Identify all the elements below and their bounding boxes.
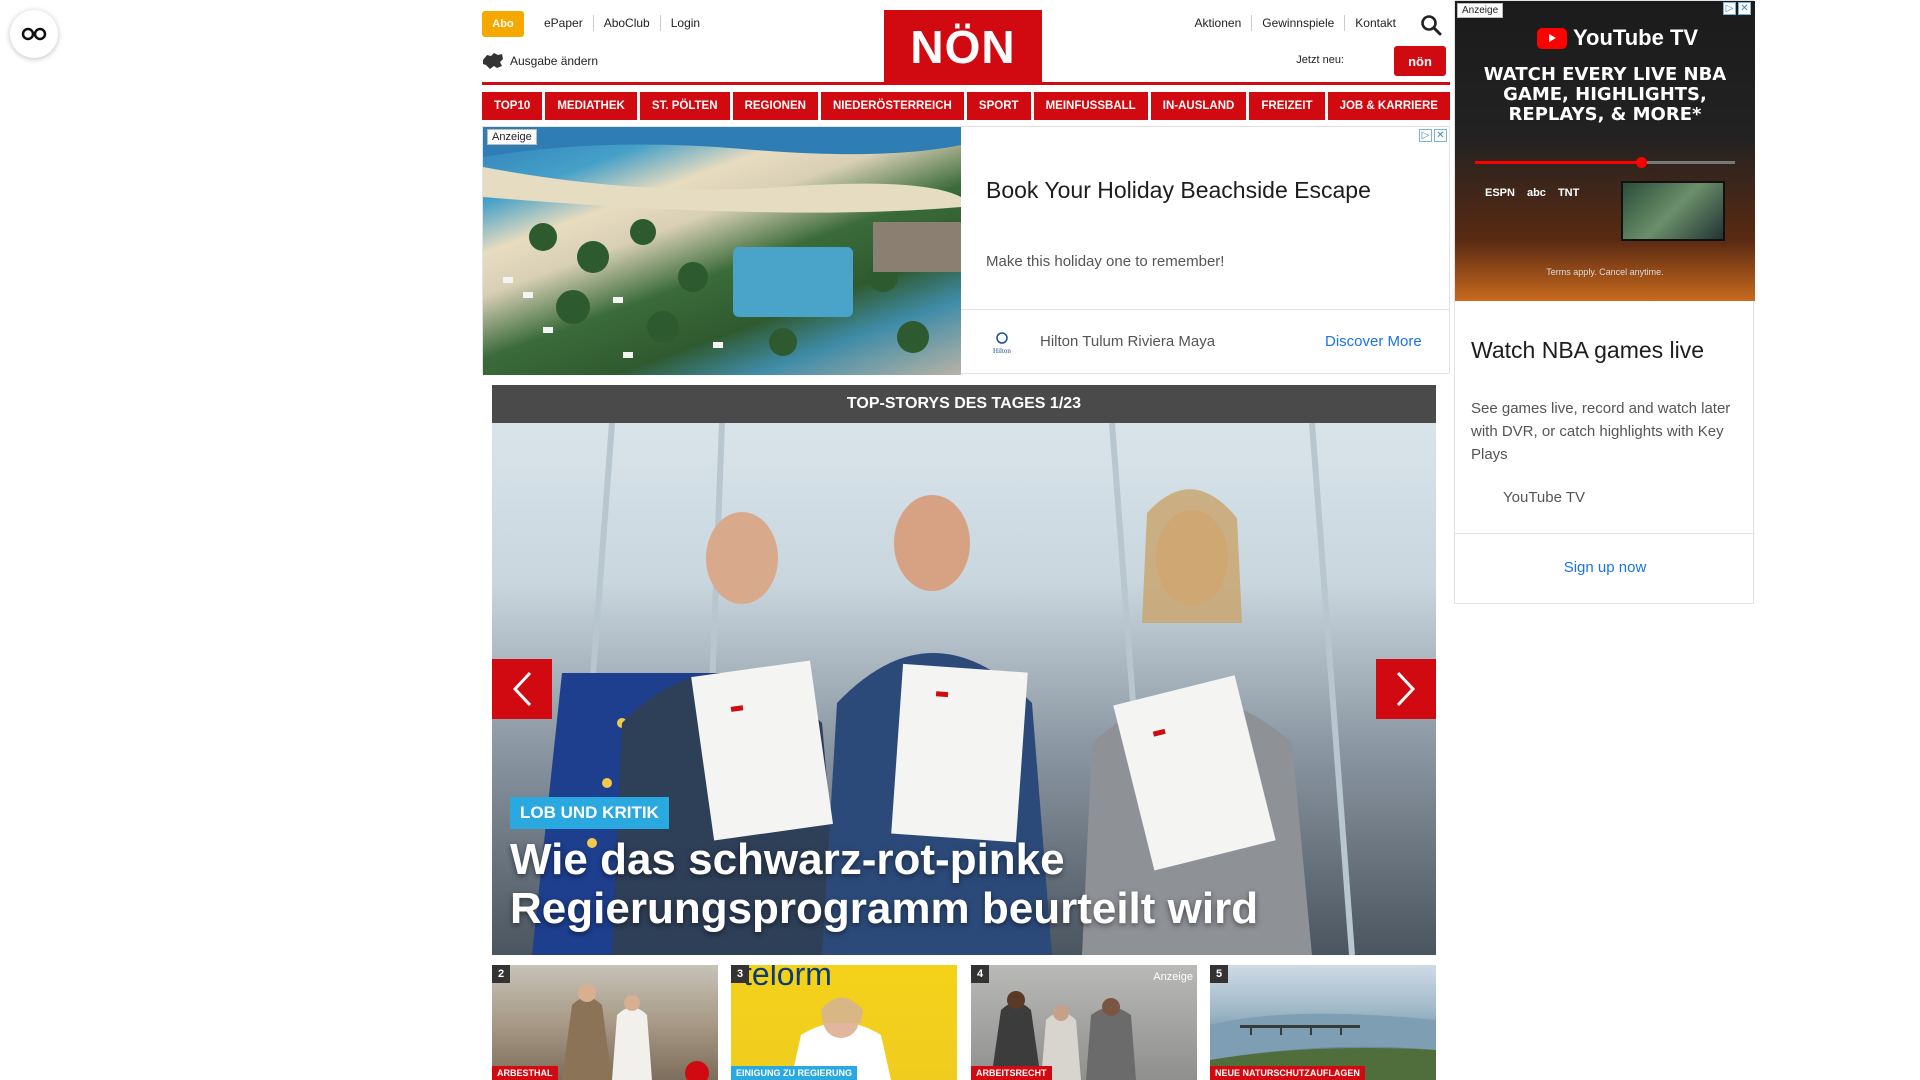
edition-switcher[interactable]: Ausgabe ändern [482,52,598,70]
youtube-tv-logo: YouTube TV [1537,25,1698,51]
ad-cta-link[interactable]: Discover More [1325,333,1422,350]
top-story-slide[interactable]: LOB UND KRITIK Wie das schwarz-rot-pinke… [492,423,1436,955]
hilton-logo-icon: Hilton [988,329,1016,357]
glasses-icon [21,27,47,41]
nav-item-meinfussball[interactable]: MEINFUSSBALL [1033,92,1148,120]
thumbnail-number: 3 [731,965,749,983]
search-icon[interactable] [1420,14,1442,36]
ad-divider [1455,533,1755,534]
top-stories-header: TOP-STORYS DES TAGES 1/23 [492,385,1436,423]
story-thumbnail[interactable]: 4 Anzeige ARBEITSRECHT [971,965,1197,1080]
adchoices-icon[interactable]: ▷ [1723,2,1736,15]
ad-choices[interactable]: ▷ ✕ [1723,2,1751,15]
story-thumbnail[interactable]: telorm 3 EINIGUNG ZU REGIERUNG [731,965,957,1080]
close-icon[interactable]: ✕ [1738,2,1751,15]
top-left-links: ePaper AboClub Login [534,15,710,31]
ad-description: Make this holiday one to remember! [986,253,1225,270]
slider-prev-button[interactable] [492,659,552,719]
thumbnail-number: 2 [492,965,510,983]
promo-progress-fill [1475,161,1642,164]
ad-label: Anzeige [487,129,537,145]
chevron-left-icon [512,671,532,707]
thumbnail-ad-label: Anzeige [1153,971,1193,983]
ad-terms: Terms apply. Cancel anytime. [1546,267,1664,277]
aktionen-link[interactable]: Aktionen [1185,15,1253,31]
epaper-link[interactable]: ePaper [534,15,594,31]
ad-choices[interactable]: ▷ ✕ [1419,129,1447,142]
edition-label: Ausgabe ändern [510,54,599,68]
header-divider [482,82,1450,85]
story-thumbnail[interactable]: 2 ARBESTHAL [492,965,718,1080]
youtube-tv-creative[interactable]: YouTube TV WATCH EVERY LIVE NBA GAME, HI… [1455,1,1755,301]
main-nav: TOP10 MEDIATHEK ST. PÖLTEN REGIONEN NIED… [482,92,1450,120]
nav-item-in-ausland[interactable]: IN-AUSLAND [1150,92,1247,120]
story-headline[interactable]: Wie das schwarz-rot-pinke Regierungsprog… [510,835,1410,933]
site-logo[interactable]: NÖN [884,10,1042,84]
nav-item-freizeit[interactable]: FREIZEIT [1249,92,1325,120]
ad-cta-link[interactable]: Sign up now [1455,559,1755,576]
thumbnail-tag: EINIGUNG ZU REGIERUNG [731,1066,858,1080]
youtube-tv-headline: WATCH EVERY LIVE NBA GAME, HIGHLIGHTS, R… [1483,64,1727,125]
reader-mode-button[interactable] [10,10,58,58]
nav-item-st-poelten[interactable]: ST. PÖLTEN [639,92,730,120]
ad-resort-image[interactable] [483,127,961,375]
ad-description: See games live, record and watch later w… [1471,400,1731,463]
site-header: Abo ePaper AboClub Login Ausgabe ändern … [482,0,1450,86]
jetzt-neu-label: Jetzt neu: [1296,54,1344,66]
right-sidebar-ad[interactable]: YouTube TV WATCH EVERY LIVE NBA GAME, HI… [1454,0,1755,604]
play-icon [1537,27,1567,49]
jetzt-neu-badge[interactable]: nön [1394,46,1446,76]
close-icon[interactable]: ✕ [1434,129,1447,142]
svg-text:telorm: telorm [743,965,832,992]
story-thumbnail[interactable]: 5 NEUE NATURSCHUTZAUFLAGEN [1210,965,1436,1080]
youtube-tv-logo-text: YouTube TV [1573,25,1699,50]
kontakt-link[interactable]: Kontakt [1345,15,1406,31]
nav-item-mediathek[interactable]: MEDIATHEK [545,92,637,120]
abc-logo: abc [1526,187,1546,199]
abo-button[interactable]: Abo [482,11,524,37]
lower-austria-map-icon [483,53,503,69]
ad-title[interactable]: Watch NBA games live [1471,337,1704,364]
thumbnail-tag: ARBEITSRECHT [971,1066,1052,1080]
nav-item-niederoesterreich[interactable]: NIEDERÖSTERREICH [820,92,964,120]
chevron-right-icon [1396,671,1416,707]
tv-screen-image [1621,181,1725,241]
slider-next-button[interactable] [1376,659,1436,719]
thumbnail-number: 5 [1210,965,1228,983]
aboclub-link[interactable]: AboClub [594,15,661,31]
thumbnail-tag: NEUE NATURSCHUTZAUFLAGEN [1210,1066,1365,1080]
top-banner-ad[interactable]: Anzeige ▷ ✕ Book Your Holiday Beachside … [482,126,1450,375]
nav-item-job-karriere[interactable]: JOB & KARRIERE [1327,92,1450,120]
ad-brand: Hilton Tulum Riviera Maya [1040,333,1216,350]
channel-logos: ESPN abc TNT [1485,187,1579,199]
thumbnail-number: 4 [971,965,989,983]
ad-title[interactable]: Book Your Holiday Beachside Escape [986,177,1371,204]
ad-label: Anzeige [1457,3,1504,18]
espn-logo: ESPN [1485,187,1515,199]
adchoices-icon[interactable]: ▷ [1419,129,1432,142]
hilton-logo-text: Hilton [993,347,1011,355]
gewinnspiele-link[interactable]: Gewinnspiele [1252,15,1346,31]
ad-brand: YouTube TV [1503,489,1586,506]
nav-item-regionen[interactable]: REGIONEN [732,92,818,120]
top-right-links: Aktionen Gewinnspiele Kontakt [1185,15,1406,31]
promo-progress-bar [1475,157,1735,168]
ad-divider [961,309,1449,310]
nav-item-top10[interactable]: TOP10 [482,92,543,120]
promo-progress-handle [1636,157,1648,168]
tnt-logo: TNT [1557,187,1580,199]
thumbnail-tag: ARBESTHAL [492,1066,558,1080]
story-kicker[interactable]: LOB UND KRITIK [510,797,669,829]
login-link[interactable]: Login [661,15,710,31]
nav-item-sport[interactable]: SPORT [966,92,1031,120]
